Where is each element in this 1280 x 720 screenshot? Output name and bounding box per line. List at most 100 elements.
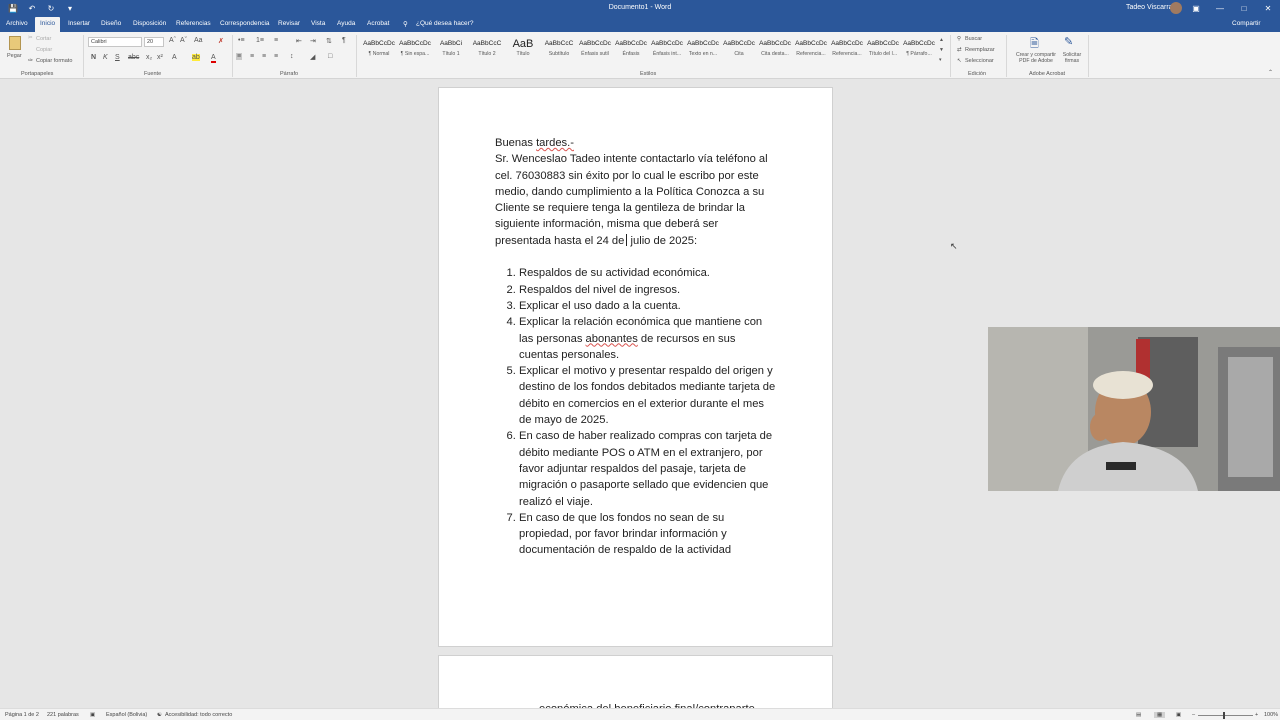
paste-button[interactable]: Pegar bbox=[7, 53, 22, 59]
style-item[interactable]: AaB Título bbox=[505, 39, 541, 57]
minimize-button[interactable]: — bbox=[1208, 0, 1232, 17]
ribbon-display-icon[interactable]: ▣ bbox=[1184, 0, 1208, 17]
styles-scroll-down-icon[interactable]: ▼ bbox=[939, 47, 944, 53]
tab-insertar[interactable]: Insertar bbox=[68, 20, 90, 27]
align-right-icon[interactable]: ≡ bbox=[262, 53, 266, 60]
misspelled-word[interactable]: abonantes bbox=[586, 333, 638, 345]
select-icon[interactable]: ↖ bbox=[957, 58, 962, 64]
tab-inicio[interactable]: Inicio bbox=[35, 17, 61, 32]
multilevel-list-icon[interactable]: ≡ bbox=[274, 37, 278, 44]
tab-revisar[interactable]: Revisar bbox=[278, 20, 300, 27]
format-painter-icon[interactable]: ✑ bbox=[28, 57, 33, 64]
proofing-icon[interactable]: ▣ bbox=[90, 712, 95, 718]
italic-icon[interactable]: K bbox=[103, 54, 108, 61]
zoom-in-icon[interactable]: + bbox=[1255, 712, 1258, 718]
tab-archivo[interactable]: Archivo bbox=[6, 20, 28, 27]
tab-vista[interactable]: Vista bbox=[311, 20, 325, 27]
scissors-icon[interactable]: ✂ bbox=[28, 35, 33, 41]
web-layout-icon[interactable]: ▣ bbox=[1176, 712, 1181, 718]
shading-icon[interactable]: ◢ bbox=[310, 53, 315, 61]
line-spacing-icon[interactable]: ↕ bbox=[290, 53, 294, 60]
user-name[interactable]: Tadeo Viscarra bbox=[1126, 4, 1173, 11]
accessibility-icon[interactable]: ☯ bbox=[157, 712, 162, 718]
tab-disposicion[interactable]: Disposición bbox=[133, 20, 166, 27]
style-item[interactable]: AaBbCcC Subtítulo bbox=[541, 39, 577, 57]
request-signatures-button[interactable]: Solicitar firmas bbox=[1061, 52, 1083, 64]
borders-icon[interactable]: □ bbox=[328, 53, 332, 60]
tell-me-search[interactable]: ¿Qué desea hacer? bbox=[416, 20, 473, 27]
style-item[interactable]: AaBbCcDc Cita bbox=[721, 39, 757, 57]
style-item[interactable]: AaBbCcDc Énfasis sutil bbox=[577, 39, 613, 57]
find-button[interactable]: Buscar bbox=[965, 36, 982, 42]
underline-icon[interactable]: S bbox=[115, 54, 120, 61]
sort-icon[interactable]: ⇅ bbox=[326, 37, 332, 45]
shrink-font-icon[interactable]: Aˇ bbox=[180, 37, 187, 44]
maximize-button[interactable]: □ bbox=[1232, 0, 1256, 17]
copy-button[interactable]: Copiar bbox=[36, 47, 52, 53]
clear-format-icon[interactable]: ✗ bbox=[218, 37, 224, 45]
font-color-icon[interactable]: A bbox=[211, 54, 216, 63]
style-item[interactable]: AaBbCcDc Énfasis int... bbox=[649, 39, 685, 57]
document-page-2[interactable]: económica del beneficiario final/contrap… bbox=[438, 655, 833, 715]
strikethrough-icon[interactable]: abc bbox=[128, 54, 139, 61]
style-item[interactable]: AaBbCcDc Referencia... bbox=[829, 39, 865, 57]
zoom-slider[interactable] bbox=[1198, 715, 1253, 716]
zoom-slider-thumb[interactable] bbox=[1223, 712, 1225, 719]
page-count[interactable]: Página 1 de 2 bbox=[5, 712, 39, 718]
style-item[interactable]: AaBbCi Título 1 bbox=[433, 39, 469, 57]
grow-font-icon[interactable]: Aˆ bbox=[169, 37, 176, 44]
bullets-icon[interactable]: •≡ bbox=[238, 37, 245, 44]
user-avatar[interactable] bbox=[1170, 2, 1182, 14]
style-item[interactable]: AaBbCcDc ¶ Normal bbox=[361, 39, 397, 57]
replace-icon[interactable]: ⇄ bbox=[957, 47, 962, 53]
request-signatures-icon[interactable]: ✎ bbox=[1064, 35, 1073, 48]
close-button[interactable]: ✕ bbox=[1256, 0, 1280, 17]
tab-correspondencia[interactable]: Correspondencia bbox=[220, 20, 270, 27]
styles-more-icon[interactable]: ▾ bbox=[939, 57, 942, 63]
styles-scroll-up-icon[interactable]: ▲ bbox=[939, 37, 944, 43]
subscript-icon[interactable]: x₂ bbox=[146, 54, 152, 61]
format-painter-button[interactable]: Copiar formato bbox=[36, 58, 72, 64]
style-item[interactable]: AaBbCcC Título 2 bbox=[469, 39, 505, 57]
text-effects-icon[interactable]: A bbox=[172, 54, 177, 61]
style-item[interactable]: AaBbCcDc Énfasis bbox=[613, 39, 649, 57]
font-family-select[interactable]: Calibri bbox=[88, 37, 142, 47]
collapse-ribbon-icon[interactable]: ⌃ bbox=[1268, 69, 1273, 76]
tab-referencias[interactable]: Referencias bbox=[176, 20, 211, 27]
align-left-icon[interactable]: ≡ bbox=[236, 53, 243, 60]
highlight-icon[interactable]: ab bbox=[192, 54, 200, 61]
decrease-indent-icon[interactable]: ⇤ bbox=[296, 37, 302, 45]
zoom-out-icon[interactable]: – bbox=[1192, 712, 1195, 718]
style-item[interactable]: AaBbCcDc ¶ Sin espa... bbox=[397, 39, 433, 57]
print-layout-icon[interactable]: ▦ bbox=[1154, 712, 1166, 718]
style-item[interactable]: AaBbCcDc ¶ Párrafo... bbox=[901, 39, 937, 57]
zoom-level[interactable]: 100% bbox=[1264, 712, 1278, 718]
language-status[interactable]: Español (Bolivia) bbox=[106, 712, 147, 718]
align-center-icon[interactable]: ≡ bbox=[250, 53, 254, 60]
create-pdf-button[interactable]: Crear y compartir PDF de Adobe bbox=[1012, 52, 1060, 64]
paste-icon[interactable] bbox=[9, 36, 21, 50]
justify-icon[interactable]: ≡ bbox=[274, 53, 278, 60]
pilcrow-icon[interactable]: ¶ bbox=[342, 37, 346, 44]
word-count[interactable]: 221 palabras bbox=[47, 712, 79, 718]
tab-acrobat[interactable]: Acrobat bbox=[367, 20, 389, 27]
style-item[interactable]: AaBbCcDc Título del l... bbox=[865, 39, 901, 57]
find-icon[interactable]: ⚲ bbox=[957, 36, 961, 42]
numbering-icon[interactable]: 1≡ bbox=[256, 37, 264, 44]
cut-button[interactable]: Cortar bbox=[36, 36, 51, 42]
share-button[interactable]: Compartir bbox=[1232, 20, 1261, 27]
select-button[interactable]: Seleccionar bbox=[965, 58, 994, 64]
change-case-icon[interactable]: Aa bbox=[194, 37, 203, 44]
focus-mode-icon[interactable]: ▤ bbox=[1136, 712, 1141, 718]
tab-diseno[interactable]: Diseño bbox=[101, 20, 121, 27]
increase-indent-icon[interactable]: ⇥ bbox=[310, 37, 316, 45]
style-item[interactable]: AaBbCcDc Texto en n... bbox=[685, 39, 721, 57]
superscript-icon[interactable]: x² bbox=[157, 54, 163, 61]
document-page-1[interactable]: Buenas tardes.- Sr. Wenceslao Tadeo inte… bbox=[438, 87, 833, 647]
style-item[interactable]: AaBbCcDc Referencia... bbox=[793, 39, 829, 57]
accessibility-status[interactable]: Accesibilidad: todo correcto bbox=[165, 712, 232, 718]
document-body[interactable]: Buenas tardes.- Sr. Wenceslao Tadeo inte… bbox=[495, 135, 777, 559]
tab-ayuda[interactable]: Ayuda bbox=[337, 20, 355, 27]
font-size-select[interactable]: 20 bbox=[144, 37, 164, 47]
style-item[interactable]: AaBbCcDc Cita desta... bbox=[757, 39, 793, 57]
